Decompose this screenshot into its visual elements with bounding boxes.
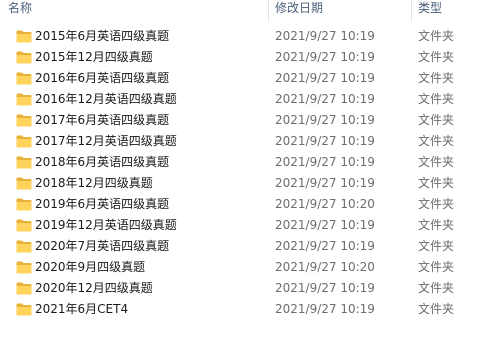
file-date-modified: 2021/9/27 10:20 — [275, 260, 375, 274]
file-name: 2020年12月四级真题 — [35, 281, 153, 295]
file-name: 2015年12月四级真题 — [35, 50, 153, 64]
file-type: 文件夹 — [418, 218, 455, 232]
file-name: 2020年7月英语四级真题 — [35, 239, 170, 253]
file-row[interactable]: 2020年12月四级真题 2021/9/27 10:19 文件夹 — [0, 278, 478, 299]
folder-icon — [16, 282, 32, 295]
folder-icon — [16, 240, 32, 253]
column-header-name[interactable]: 名称 — [8, 0, 266, 22]
column-header-row: 名称 修改日期 类型 — [0, 0, 478, 22]
file-type: 文件夹 — [418, 281, 455, 295]
file-row[interactable]: 2017年6月英语四级真题 2021/9/27 10:19 文件夹 — [0, 110, 478, 131]
file-type: 文件夹 — [418, 50, 455, 64]
folder-icon — [16, 135, 32, 148]
file-row[interactable]: 2015年12月四级真题 2021/9/27 10:19 文件夹 — [0, 47, 478, 68]
file-name: 2020年9月四级真题 — [35, 260, 146, 274]
file-date-modified: 2021/9/27 10:20 — [275, 197, 375, 211]
column-header-type[interactable]: 类型 — [418, 0, 478, 22]
file-name: 2015年6月英语四级真题 — [35, 29, 170, 43]
file-type: 文件夹 — [418, 260, 455, 274]
file-row[interactable]: 2019年6月英语四级真题 2021/9/27 10:20 文件夹 — [0, 194, 478, 215]
column-divider[interactable] — [268, 0, 269, 22]
file-type: 文件夹 — [418, 302, 455, 316]
file-name: 2017年6月英语四级真题 — [35, 113, 170, 127]
file-row[interactable]: 2015年6月英语四级真题 2021/9/27 10:19 文件夹 — [0, 26, 478, 47]
file-type: 文件夹 — [418, 176, 455, 190]
file-date-modified: 2021/9/27 10:19 — [275, 176, 375, 190]
folder-icon — [16, 114, 32, 127]
file-name: 2016年6月英语四级真题 — [35, 71, 170, 85]
file-name: 2019年6月英语四级真题 — [35, 197, 170, 211]
file-type: 文件夹 — [418, 239, 455, 253]
column-divider[interactable] — [411, 0, 412, 22]
folder-icon — [16, 177, 32, 190]
file-type: 文件夹 — [418, 113, 455, 127]
file-type: 文件夹 — [418, 134, 455, 148]
file-name: 2019年12月英语四级真题 — [35, 218, 177, 232]
folder-icon — [16, 303, 32, 316]
file-row[interactable]: 2021年6月CET4 2021/9/27 10:19 文件夹 — [0, 299, 478, 320]
file-type: 文件夹 — [418, 92, 455, 106]
file-date-modified: 2021/9/27 10:19 — [275, 281, 375, 295]
column-header-date-modified[interactable]: 修改日期 — [275, 0, 405, 22]
file-type: 文件夹 — [418, 155, 455, 169]
file-row[interactable]: 2016年6月英语四级真题 2021/9/27 10:19 文件夹 — [0, 68, 478, 89]
file-name: 2018年6月英语四级真题 — [35, 155, 170, 169]
file-date-modified: 2021/9/27 10:19 — [275, 155, 375, 169]
file-row[interactable]: 2018年6月英语四级真题 2021/9/27 10:19 文件夹 — [0, 152, 478, 173]
file-type: 文件夹 — [418, 71, 455, 85]
file-row[interactable]: 2020年9月四级真题 2021/9/27 10:20 文件夹 — [0, 257, 478, 278]
folder-icon — [16, 51, 32, 64]
file-row[interactable]: 2017年12月英语四级真题 2021/9/27 10:19 文件夹 — [0, 131, 478, 152]
folder-icon — [16, 72, 32, 85]
folder-icon — [16, 93, 32, 106]
file-date-modified: 2021/9/27 10:19 — [275, 239, 375, 253]
folder-icon — [16, 156, 32, 169]
file-date-modified: 2021/9/27 10:19 — [275, 71, 375, 85]
folder-icon — [16, 30, 32, 43]
file-date-modified: 2021/9/27 10:19 — [275, 302, 375, 316]
file-type: 文件夹 — [418, 29, 455, 43]
file-name: 2017年12月英语四级真题 — [35, 134, 177, 148]
file-date-modified: 2021/9/27 10:19 — [275, 29, 375, 43]
file-list: 2015年6月英语四级真题 2021/9/27 10:19 文件夹 2015年12月四… — [0, 26, 478, 320]
file-date-modified: 2021/9/27 10:19 — [275, 92, 375, 106]
file-name: 2016年12月英语四级真题 — [35, 92, 177, 106]
file-name: 2018年12月四级真题 — [35, 176, 153, 190]
file-date-modified: 2021/9/27 10:19 — [275, 134, 375, 148]
file-date-modified: 2021/9/27 10:19 — [275, 113, 375, 127]
file-name: 2021年6月CET4 — [35, 302, 129, 316]
file-type: 文件夹 — [418, 197, 455, 211]
folder-icon — [16, 219, 32, 232]
file-date-modified: 2021/9/27 10:19 — [275, 218, 375, 232]
file-row[interactable]: 2016年12月英语四级真题 2021/9/27 10:19 文件夹 — [0, 89, 478, 110]
file-row[interactable]: 2019年12月英语四级真题 2021/9/27 10:19 文件夹 — [0, 215, 478, 236]
file-row[interactable]: 2020年7月英语四级真题 2021/9/27 10:19 文件夹 — [0, 236, 478, 257]
file-row[interactable]: 2018年12月四级真题 2021/9/27 10:19 文件夹 — [0, 173, 478, 194]
file-date-modified: 2021/9/27 10:19 — [275, 50, 375, 64]
folder-icon — [16, 198, 32, 211]
folder-icon — [16, 261, 32, 274]
